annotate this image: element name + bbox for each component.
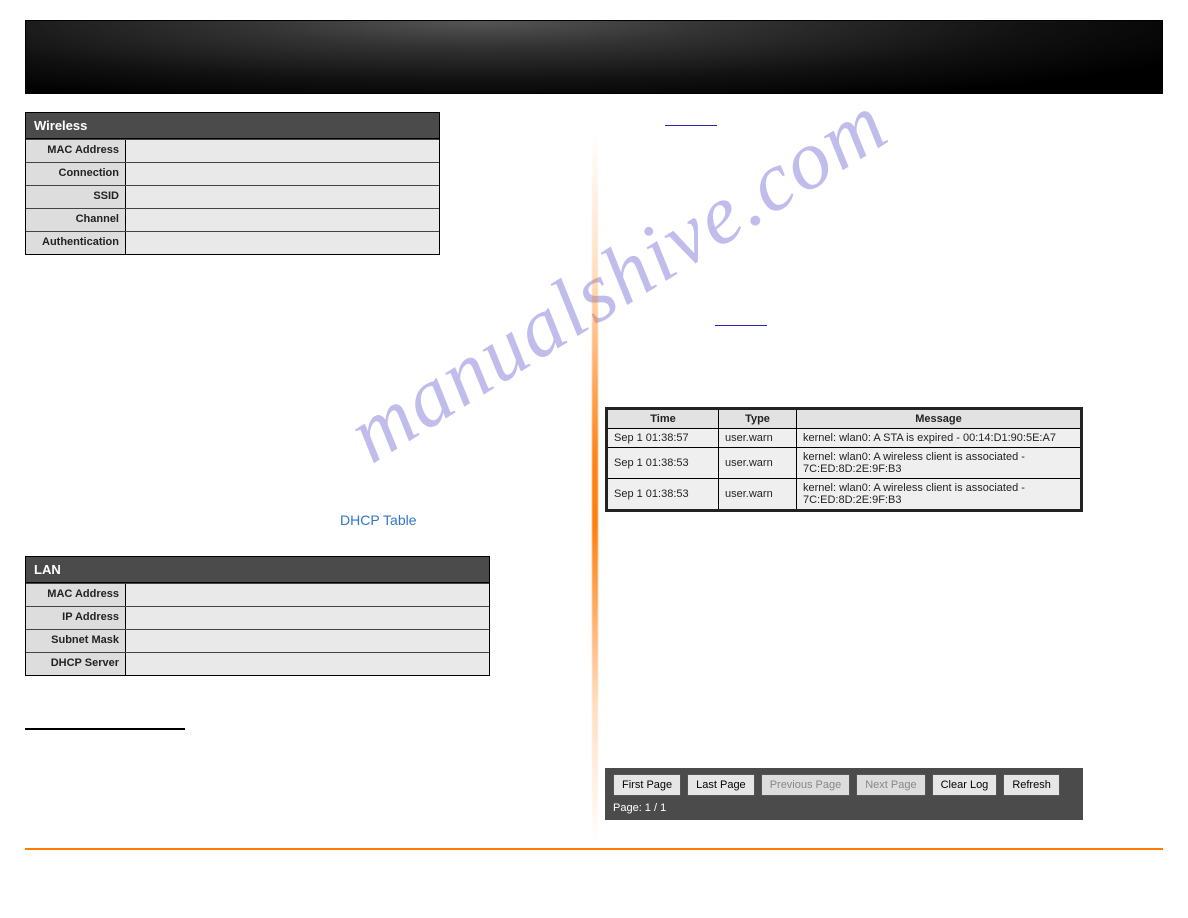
log-time: Sep 1 01:38:57: [607, 429, 719, 448]
top-banner: [25, 20, 1163, 94]
row-value: [126, 209, 439, 231]
row-label: DHCP Server: [26, 653, 126, 675]
refresh-button[interactable]: Refresh: [1003, 774, 1060, 796]
link-placeholder[interactable]: [715, 312, 767, 326]
next-page-button[interactable]: Next Page: [856, 774, 925, 796]
log-message: kernel: wlan0: A STA is expired - 00:14:…: [797, 429, 1082, 448]
log-header-time: Time: [607, 409, 719, 429]
table-row: Channel: [26, 208, 439, 231]
table-row: IP Address: [26, 606, 489, 629]
row-value: [126, 140, 439, 162]
first-page-button[interactable]: First Page: [613, 774, 681, 796]
table-row: DHCP Server: [26, 652, 489, 675]
table-row: Subnet Mask: [26, 629, 489, 652]
log-header-type: Type: [719, 409, 797, 429]
page-indicator: Page: 1 / 1: [613, 802, 1075, 814]
section-underline: [25, 728, 185, 730]
clear-log-button[interactable]: Clear Log: [932, 774, 998, 796]
log-type: user.warn: [719, 448, 797, 479]
row-label: Subnet Mask: [26, 630, 126, 652]
log-time: Sep 1 01:38:53: [607, 479, 719, 511]
row-value: [126, 630, 489, 652]
row-value: [126, 653, 489, 675]
bottom-rule: [25, 848, 1163, 850]
row-value: [126, 232, 439, 254]
table-row: Sep 1 01:38:53 user.warn kernel: wlan0: …: [607, 479, 1082, 511]
log-type: user.warn: [719, 479, 797, 511]
log-time: Sep 1 01:38:53: [607, 448, 719, 479]
table-row: Sep 1 01:38:57 user.warn kernel: wlan0: …: [607, 429, 1082, 448]
row-label: SSID: [26, 186, 126, 208]
lan-table: LAN MAC Address IP Address Subnet Mask D…: [25, 556, 490, 676]
table-row: MAC Address: [26, 583, 489, 606]
table-row: Sep 1 01:38:53 user.warn kernel: wlan0: …: [607, 448, 1082, 479]
row-value: [126, 163, 439, 185]
log-header-message: Message: [797, 409, 1082, 429]
row-label: Channel: [26, 209, 126, 231]
wireless-table: Wireless MAC Address Connection SSID Cha…: [25, 112, 440, 255]
row-value: [126, 607, 489, 629]
row-label: MAC Address: [26, 584, 126, 606]
row-label: Connection: [26, 163, 126, 185]
dhcp-table-link[interactable]: DHCP Table: [340, 512, 417, 528]
last-page-button[interactable]: Last Page: [687, 774, 755, 796]
log-table: Time Type Message Sep 1 01:38:57 user.wa…: [605, 407, 1083, 512]
row-value: [126, 186, 439, 208]
link-placeholder[interactable]: [665, 112, 717, 126]
row-label: MAC Address: [26, 140, 126, 162]
pager-bar: First Page Last Page Previous Page Next …: [605, 768, 1083, 820]
left-column: Wireless MAC Address Connection SSID Cha…: [25, 112, 580, 820]
table-row: Authentication: [26, 231, 439, 254]
row-label: Authentication: [26, 232, 126, 254]
right-column: Time Type Message Sep 1 01:38:57 user.wa…: [580, 112, 1135, 820]
log-message: kernel: wlan0: A wireless client is asso…: [797, 479, 1082, 511]
lan-title: LAN: [26, 557, 489, 583]
table-row: SSID: [26, 185, 439, 208]
previous-page-button[interactable]: Previous Page: [761, 774, 851, 796]
log-message: kernel: wlan0: A wireless client is asso…: [797, 448, 1082, 479]
row-value: [126, 584, 489, 606]
wireless-title: Wireless: [26, 113, 439, 139]
row-label: IP Address: [26, 607, 126, 629]
table-row: Connection: [26, 162, 439, 185]
log-type: user.warn: [719, 429, 797, 448]
table-row: MAC Address: [26, 139, 439, 162]
